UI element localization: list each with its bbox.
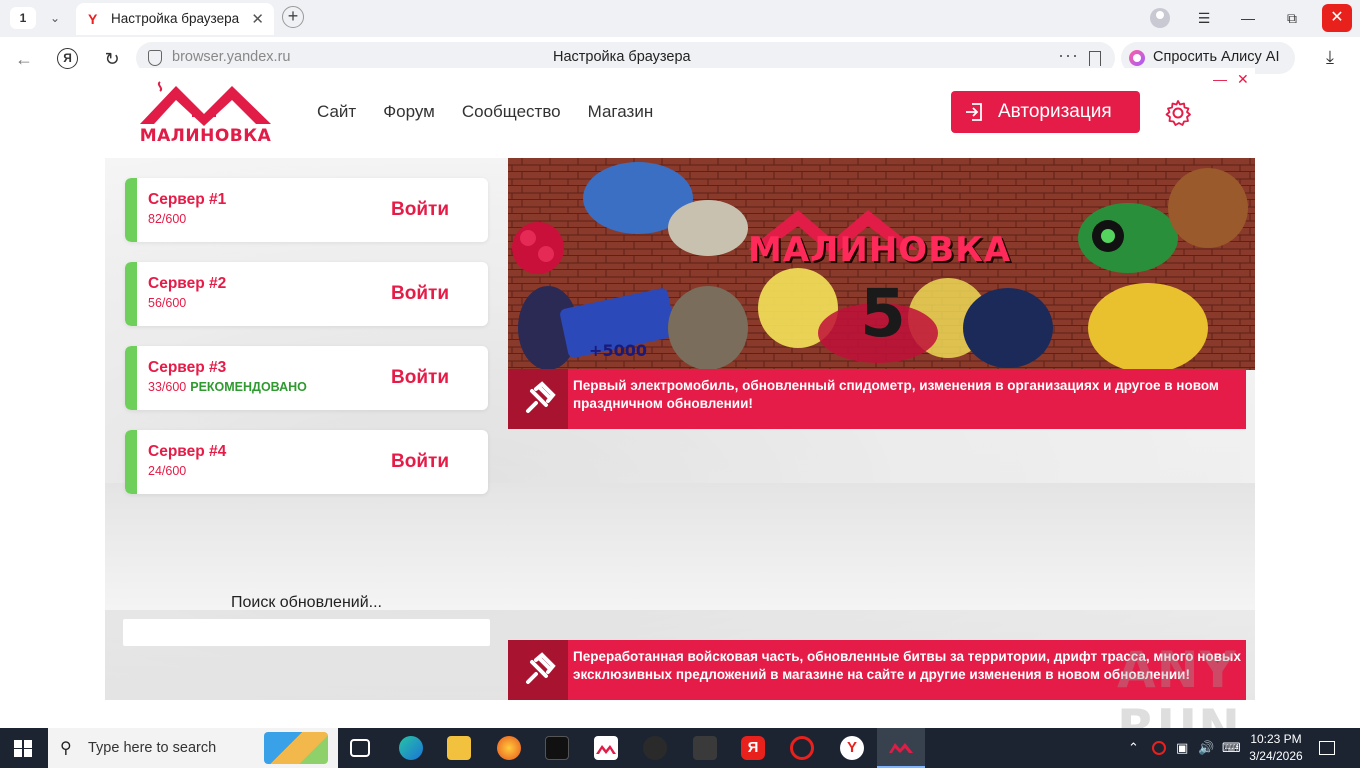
server-online-count: 24/600	[148, 464, 187, 478]
yandex-favicon-icon: Y	[88, 11, 98, 27]
server-online-count: 33/600 РЕКОМЕНДОВАНО	[148, 380, 307, 394]
new-tab-button[interactable]: +	[282, 6, 304, 28]
recommended-badge: РЕКОМЕНДОВАНО	[190, 380, 307, 394]
banner-bonus: +5000	[589, 341, 647, 360]
bookmark-icon[interactable]	[1089, 51, 1101, 66]
address-domain: browser.yandex.ru	[172, 49, 291, 65]
app-bars-icon[interactable]	[545, 736, 569, 760]
server-online-bar	[125, 262, 137, 326]
firefox-icon[interactable]	[497, 736, 521, 760]
download-icon[interactable]: ⤓	[1326, 47, 1334, 68]
alice-label: Спросить Алису AI	[1153, 49, 1280, 65]
server-join-button[interactable]: Войти	[391, 451, 449, 473]
volume-icon[interactable]: 🔊	[1198, 740, 1214, 756]
server-join-button[interactable]: Войти	[391, 199, 449, 221]
server-name: Сервер #4	[148, 443, 227, 460]
server-card-3: Сервер #3 33/600 РЕКОМЕНДОВАНО Войти	[125, 346, 488, 410]
shield-icon	[148, 50, 162, 66]
server-name: Сервер #2	[148, 275, 227, 292]
news-item-1[interactable]: Первый электромобиль, обновленный спидом…	[508, 369, 1246, 429]
update-status: Поиск обновлений...	[231, 594, 382, 611]
server-join-button[interactable]: Войти	[391, 283, 449, 305]
nav-shop[interactable]: Магазин	[588, 102, 654, 122]
nav-forum[interactable]: Форум	[383, 102, 435, 122]
launcher-window: МАЛИНОВКА Сайт Форум Сообщество Магазин …	[105, 68, 1255, 700]
malinovka-taskbar-icon[interactable]	[594, 736, 618, 760]
back-arrow-icon[interactable]: ←	[12, 47, 36, 71]
server-online-bar	[125, 346, 137, 410]
chevron-down-icon[interactable]: ⌄	[42, 7, 68, 29]
server-name: Сервер #3	[148, 359, 227, 376]
search-icon: ⚲	[60, 740, 72, 757]
restore-window-button[interactable]: ⧉	[1279, 6, 1305, 30]
server-online-count: 82/600	[148, 212, 187, 226]
close-icon[interactable]: ✕	[251, 10, 264, 28]
gear-icon[interactable]	[1163, 98, 1193, 128]
logo-text: МАЛИНОВКА	[139, 126, 272, 146]
windows-taskbar: ⚲ Type here to search Я Y ⌃ ▣ 🔊 ⌨ 10:23 …	[0, 728, 1360, 768]
pin-icon	[508, 369, 568, 429]
profile-icon[interactable]	[1150, 8, 1170, 28]
nav-site[interactable]: Сайт	[317, 102, 356, 122]
opera-icon[interactable]	[790, 736, 814, 760]
server-name: Сервер #1	[148, 191, 227, 208]
server-online-bar	[125, 430, 137, 494]
yandex-browser-icon[interactable]: Y	[840, 736, 864, 760]
background-road	[105, 483, 1255, 610]
windows-start-icon[interactable]	[14, 740, 32, 757]
news-banner-image[interactable]: 5 +5000 МАЛИНОВКА	[508, 158, 1255, 370]
server-online-bar	[125, 178, 137, 242]
task-view-icon[interactable]	[350, 739, 370, 757]
file-explorer-icon[interactable]	[447, 736, 471, 760]
more-dots-icon[interactable]: ···	[1058, 45, 1079, 66]
login-icon	[966, 103, 982, 121]
tray-chevron-icon[interactable]: ⌃	[1128, 740, 1139, 756]
address-page-title: Настройка браузера	[553, 49, 691, 65]
server-online-count: 56/600	[148, 296, 187, 310]
malinovka-active-icon	[889, 743, 913, 753]
app-gem-icon[interactable]	[693, 736, 717, 760]
browser-tab[interactable]: Y Настройка браузера ✕	[76, 3, 274, 35]
clock-date: 3/24/2026	[1249, 749, 1303, 763]
banner-title: МАЛИНОВКА	[748, 230, 1012, 270]
search-highlight-icon	[264, 732, 328, 764]
notifications-icon[interactable]	[1319, 741, 1335, 755]
taskbar-clock[interactable]: 10:23 PM 3/24/2026	[1240, 731, 1312, 765]
network-icon[interactable]: ▣	[1176, 740, 1188, 756]
launcher-minimize-button[interactable]: —	[1213, 71, 1227, 87]
taskbar-search-input[interactable]: ⚲ Type here to search	[48, 728, 338, 768]
keyboard-icon[interactable]: ⌨	[1222, 740, 1241, 756]
tab-count-button[interactable]: 1	[10, 7, 36, 29]
app-badge-icon[interactable]	[643, 736, 667, 760]
banner-number: 5	[860, 275, 906, 352]
alice-icon	[1129, 50, 1145, 66]
launcher-close-button[interactable]: ✕	[1237, 71, 1249, 88]
update-progress-bar	[123, 619, 490, 646]
server-card-2: Сервер #2 56/600 Войти	[125, 262, 488, 326]
server-card-4: Сервер #4 24/600 Войти	[125, 430, 488, 494]
minimize-window-button[interactable]: —	[1235, 6, 1261, 30]
nav-community[interactable]: Сообщество	[462, 102, 561, 122]
clock-time: 10:23 PM	[1250, 732, 1302, 746]
launcher-header: МАЛИНОВКА Сайт Форум Сообщество Магазин …	[105, 68, 1255, 158]
yandex-icon[interactable]: Я	[741, 736, 765, 760]
logo-houses-icon	[140, 81, 271, 126]
browser-tab-bar: 1 ⌄ Y Настройка браузера ✕ + ☰ — ⧉ ✕	[0, 0, 1360, 37]
login-label: Авторизация	[998, 101, 1112, 122]
pin-icon	[508, 640, 568, 700]
tab-title: Настройка браузера	[111, 11, 240, 26]
server-card-1: Сервер #1 82/600 Войти	[125, 178, 488, 242]
opera-tray-icon[interactable]	[1152, 741, 1166, 755]
menu-icon[interactable]: ☰	[1191, 6, 1217, 30]
close-window-button[interactable]: ✕	[1322, 4, 1352, 32]
server-join-button[interactable]: Войти	[391, 367, 449, 389]
search-placeholder: Type here to search	[88, 740, 217, 756]
login-button[interactable]: Авторизация	[951, 91, 1140, 133]
news-text: Первый электромобиль, обновленный спидом…	[573, 378, 1219, 411]
active-taskbar-item[interactable]	[877, 728, 925, 768]
yandex-home-icon[interactable]: Я	[57, 48, 78, 69]
malinovka-logo[interactable]: МАЛИНОВКА	[138, 78, 273, 150]
edge-icon[interactable]	[399, 736, 423, 760]
main-nav: Сайт Форум Сообщество Магазин	[317, 102, 653, 122]
